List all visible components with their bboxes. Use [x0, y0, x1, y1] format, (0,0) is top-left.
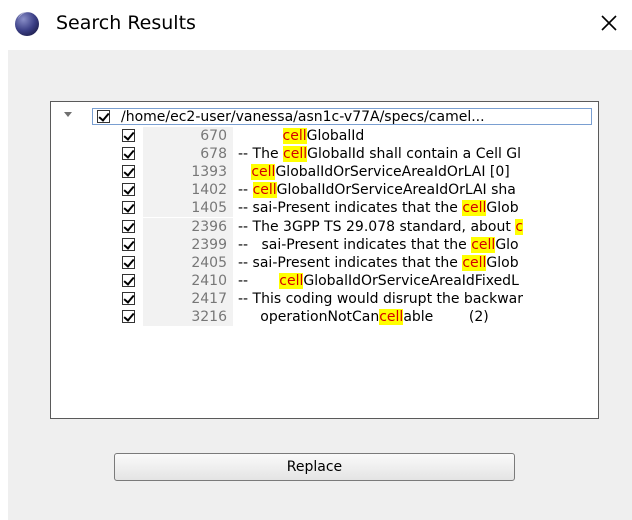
window-title: Search Results [56, 12, 196, 34]
result-row[interactable]: 2410 -- cellGlobalIdOrServiceAreaIdFixedL [51, 271, 591, 290]
result-row[interactable]: 2399 -- sai-Present indicates that the ce… [51, 235, 591, 254]
text-after-match: GlobalId [306, 128, 365, 144]
replace-button[interactable]: Replace [114, 453, 515, 481]
match-highlight: cell [251, 164, 276, 181]
match-highlight: cell [282, 128, 307, 144]
line-number: 2405 [191, 254, 227, 271]
result-text: -- The 3GPP TS 29.078 standard, about c [238, 218, 589, 235]
result-text: -- The cellGlobalId shall contain a Cell… [238, 146, 589, 163]
result-row[interactable]: 2396 -- The 3GPP TS 29.078 standard, abou… [51, 217, 591, 236]
result-checkbox[interactable] [122, 219, 135, 233]
text-before-match: -- This coding would disrupt the backwar [238, 290, 523, 307]
result-text: -- sai-Present indicates that the cellGl… [238, 200, 589, 217]
line-number: 2417 [191, 290, 227, 307]
text-after-match: GlobalId shall contain a Cell Gl [307, 146, 522, 163]
result-checkbox[interactable] [122, 310, 135, 323]
result-row[interactable]: 1393 cellGlobalIdOrServiceAreaIdOrLAI [0… [51, 163, 591, 182]
text-before-match: -- sai-Present indicates that the [238, 254, 463, 271]
match-highlight: cell [471, 236, 496, 253]
result-row[interactable]: 2417 -- This coding would disrupt the bac… [51, 289, 591, 308]
root-path-label: /home/ec2-user/vanessa/asn1c-v77A/specs/… [121, 109, 485, 125]
text-before-match: -- [238, 272, 280, 289]
text-before-match: -- [238, 182, 253, 199]
result-checkbox[interactable] [122, 129, 135, 142]
text-before-match: -- sai-Present indicates that the [238, 200, 463, 217]
match-highlight: cell [462, 254, 487, 271]
result-text: -- sai-Present indicates that the cellGl… [238, 236, 589, 253]
text-before-match: operationNotCan [238, 309, 380, 325]
result-row[interactable]: 3216 operationNotCancellable (2) [51, 308, 591, 326]
result-text: -- This coding would disrupt the backwar [238, 291, 589, 307]
result-checkbox[interactable] [122, 273, 135, 287]
text-after-match: Glob [486, 200, 519, 217]
eclipse-sphere-icon [15, 11, 39, 36]
match-highlight: c [515, 218, 524, 235]
text-before-match: -- The [238, 146, 284, 163]
result-checkbox[interactable] [122, 291, 135, 305]
text-before-match: -- The 3GPP TS 29.078 standard, about [238, 218, 516, 235]
text-after-match: Glob [486, 254, 519, 271]
close-icon[interactable] [596, 10, 622, 36]
line-number: 2396 [191, 218, 227, 235]
result-checkbox[interactable] [122, 237, 135, 251]
search-results-tree[interactable]: /home/ec2-user/vanessa/asn1c-v77A/specs/… [50, 101, 599, 419]
match-highlight: cell [379, 309, 404, 325]
match-highlight: cell [462, 200, 487, 217]
text-after-match: GlobalIdOrServiceAreaIdFixedL [303, 272, 519, 289]
result-checkbox[interactable] [122, 165, 135, 179]
result-text: cellGlobalId [238, 128, 589, 144]
text-before-match: -- sai-Present indicates that the [238, 236, 472, 253]
line-number: 3216 [191, 309, 227, 325]
result-text: cellGlobalIdOrServiceAreaIdOrLAI [0] [238, 164, 589, 181]
result-checkbox[interactable] [122, 183, 135, 197]
match-highlight: cell [283, 146, 308, 163]
root-checkbox[interactable] [97, 110, 110, 123]
text-after-match: Glo [495, 236, 519, 253]
line-number: 2410 [191, 272, 227, 289]
result-row[interactable]: 670 cellGlobalId [51, 127, 591, 145]
text-before-match [238, 128, 283, 144]
line-number: 2399 [191, 236, 227, 253]
match-highlight: cell [252, 182, 277, 199]
result-text: operationNotCancellable (2) [238, 309, 589, 325]
tree-root-node[interactable]: /home/ec2-user/vanessa/asn1c-v77A/specs/… [55, 106, 595, 126]
line-number: 1393 [191, 164, 227, 181]
line-number: 678 [200, 146, 227, 163]
line-number: 670 [200, 128, 227, 144]
result-text: -- cellGlobalIdOrServiceAreaIdOrLAI sha [238, 182, 589, 199]
result-row[interactable]: 1405 -- sai-Present indicates that the ce… [51, 199, 591, 218]
result-row[interactable]: 678 -- The cellGlobalId shall contain a C… [51, 145, 591, 164]
line-number: 1402 [191, 182, 227, 199]
line-number: 1405 [191, 200, 227, 217]
result-checkbox[interactable] [122, 201, 135, 215]
text-after-match: able (2) [403, 309, 489, 325]
chevron-down-icon[interactable] [64, 112, 72, 117]
result-checkbox[interactable] [122, 147, 135, 161]
text-after-match: GlobalIdOrServiceAreaIdOrLAI [0] [275, 164, 510, 181]
result-text: -- cellGlobalIdOrServiceAreaIdFixedL [238, 272, 589, 289]
result-checkbox[interactable] [122, 255, 135, 269]
title-bar: Search Results [0, 0, 632, 50]
text-before-match [238, 164, 251, 180]
match-highlight: cell [279, 272, 304, 289]
text-after-match: GlobalIdOrServiceAreaIdOrLAI sha [276, 182, 516, 199]
result-text: -- sai-Present indicates that the cellGl… [238, 254, 589, 271]
result-row[interactable]: 2405 -- sai-Present indicates that the ce… [51, 253, 591, 272]
result-row[interactable]: 1402 -- cellGlobalIdOrServiceAreaIdOrLAI … [51, 181, 591, 200]
